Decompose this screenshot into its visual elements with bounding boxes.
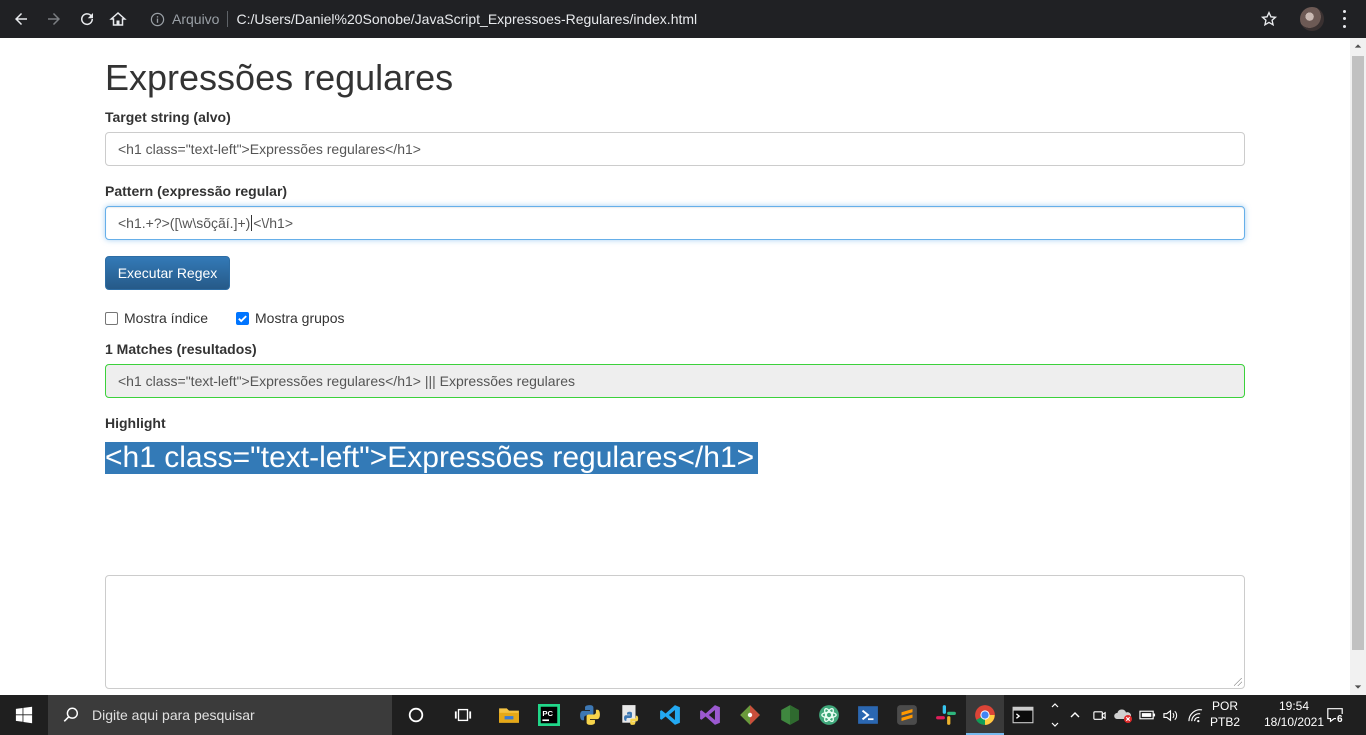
page-title: Expressões regulares [105, 57, 454, 98]
cortana-icon[interactable] [400, 699, 432, 731]
scroll-up-arrow-icon[interactable] [1350, 38, 1366, 54]
scroll-down-arrow-icon[interactable] [1350, 679, 1366, 695]
taskbar-clock[interactable]: 19:54 18/10/2021 [1258, 698, 1330, 730]
profile-avatar[interactable] [1300, 7, 1324, 31]
text-caret [251, 215, 253, 231]
bookmark-star-icon[interactable] [1260, 10, 1278, 28]
keyboard-layout: PTB2 [1209, 715, 1240, 729]
pycharm-icon[interactable]: PC [533, 699, 565, 731]
python-idle-icon[interactable] [614, 699, 646, 731]
language-code: POR [1211, 699, 1238, 713]
address-url[interactable]: C:/Users/Daniel%20Sonobe/JavaScript_Expr… [236, 11, 697, 27]
info-icon[interactable] [150, 11, 166, 27]
vscode-icon[interactable] [654, 699, 686, 731]
highlight-result: <h1 class="text-left">Expressões regular… [105, 442, 759, 474]
matches-output: <h1 class="text-left">Expressões regular… [105, 364, 1245, 398]
wifi-icon[interactable] [1185, 695, 1205, 735]
input-language-indicator[interactable]: POR PTB2 [1208, 698, 1242, 730]
notification-count-badge: 6 [1336, 714, 1344, 725]
target-label: Target string (alvo) [105, 109, 231, 125]
task-view-icon[interactable] [447, 699, 479, 731]
scrollbar-thumb[interactable] [1352, 56, 1364, 650]
matches-label: 1 Matches (resultados) [105, 341, 257, 357]
home-icon[interactable] [106, 7, 130, 31]
slack-icon[interactable] [930, 699, 962, 731]
visual-studio-icon[interactable] [694, 699, 726, 731]
volume-icon[interactable] [1160, 695, 1180, 735]
reload-icon[interactable] [75, 7, 99, 31]
address-separator [227, 11, 229, 27]
svg-text:PC: PC [542, 709, 553, 718]
forward-icon[interactable] [42, 7, 66, 31]
target-input[interactable]: <h1 class="text-left">Expressões regular… [105, 132, 1245, 166]
sublime-text-icon[interactable] [891, 699, 923, 731]
show-index-label: Mostra índice [124, 310, 209, 326]
check-icon [238, 314, 247, 322]
pattern-text-before-caret: <h1.+?>([\w\sõçãí.]+) [118, 215, 251, 231]
meet-now-icon[interactable] [1090, 695, 1108, 735]
search-icon [63, 707, 79, 722]
windows-taskbar: Digite aqui para pesquisar PC POR PTB2 1… [0, 695, 1366, 735]
notification-center-icon[interactable]: 6 [1322, 695, 1348, 735]
resize-grip-icon[interactable] [1234, 678, 1242, 686]
menu-kebab-icon[interactable] [1336, 8, 1352, 30]
highlight-label: Highlight [105, 415, 166, 431]
pattern-text-after-caret: <\/h1> [253, 215, 293, 231]
show-index-checkbox[interactable] [105, 311, 118, 325]
show-index-option[interactable]: Mostra índice [105, 310, 208, 326]
back-icon[interactable] [9, 7, 33, 31]
nodejs-icon[interactable] [774, 699, 806, 731]
page-scrollbar[interactable] [1350, 38, 1366, 695]
show-groups-checkbox[interactable] [236, 311, 249, 325]
terminal-icon[interactable] [1007, 699, 1039, 731]
clock-time: 19:54 [1278, 699, 1310, 713]
address-bar[interactable]: Arquivo C:/Users/Daniel%20Sonobe/JavaScr… [142, 4, 1292, 34]
show-groups-option[interactable]: Mostra grupos [236, 310, 344, 326]
show-hidden-icons-chevron-icon[interactable] [1066, 695, 1084, 735]
pattern-label: Pattern (expressão regular) [105, 183, 288, 199]
code-textarea[interactable] [105, 575, 1245, 689]
tray-scroll-icon[interactable] [1046, 695, 1064, 735]
show-groups-label: Mostra grupos [255, 310, 345, 326]
onedrive-error-icon[interactable] [1112, 695, 1134, 735]
clock-date: 18/10/2021 [1263, 715, 1325, 729]
windows-start-icon[interactable] [0, 695, 48, 735]
atom-icon[interactable] [813, 699, 845, 731]
execute-regex-button[interactable]: Executar Regex [105, 256, 230, 290]
battery-icon[interactable] [1138, 695, 1156, 735]
web-page: Expressões regulares Target string (alvo… [0, 38, 1350, 695]
taskbar-search-placeholder: Digite aqui para pesquisar [92, 707, 255, 723]
browser-toolbar: Arquivo C:/Users/Daniel%20Sonobe/JavaScr… [0, 0, 1366, 38]
taskbar-search-box[interactable]: Digite aqui para pesquisar [48, 695, 392, 735]
file-explorer-icon[interactable] [493, 699, 525, 731]
powershell-icon[interactable] [852, 699, 884, 731]
pattern-input[interactable]: <h1.+?>([\w\sõçãí.]+) <\/h1> [105, 206, 1245, 240]
git-icon[interactable] [734, 699, 766, 731]
address-prefix: Arquivo [172, 11, 220, 27]
python-icon[interactable] [574, 699, 606, 731]
chrome-icon[interactable] [969, 699, 1001, 731]
